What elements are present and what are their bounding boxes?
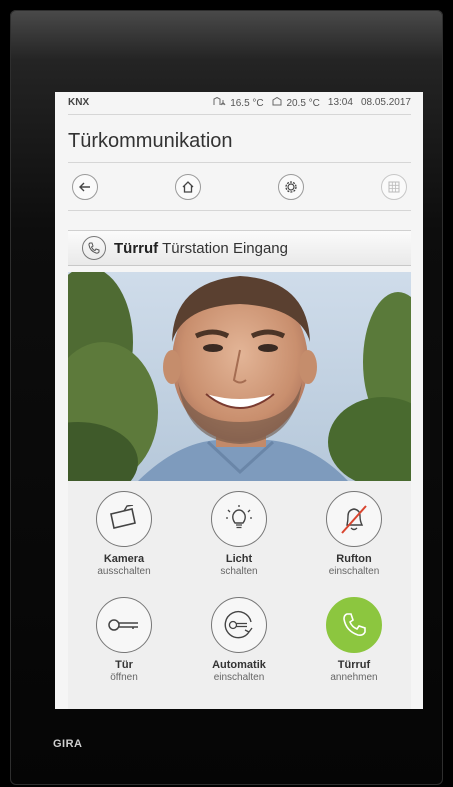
- automatic-button[interactable]: Automatik einschalten: [183, 597, 295, 707]
- accept-call-button[interactable]: Türruf annehmen: [298, 597, 410, 707]
- bell-muted-icon: [326, 491, 382, 547]
- phone-icon: [326, 597, 382, 653]
- divider: [68, 210, 411, 211]
- call-label: Türruf Türstation Eingang: [114, 239, 288, 257]
- key-icon: [96, 597, 152, 653]
- ringtone-button[interactable]: Rufton einschalten: [298, 491, 410, 601]
- clock: 13:04: [327, 97, 353, 108]
- outdoor-temp: 16.5 °C: [213, 96, 264, 109]
- settings-button[interactable]: [278, 174, 304, 200]
- phone-icon: [82, 236, 106, 260]
- door-open-button[interactable]: Tür öffnen: [68, 597, 180, 707]
- outdoor-temp-icon: [213, 96, 226, 106]
- incoming-call-bar: Türruf Türstation Eingang: [68, 230, 411, 266]
- grid-button[interactable]: [381, 174, 407, 200]
- grid-icon: [388, 181, 400, 193]
- door-camera-video: [68, 272, 411, 481]
- indoor-temp: 20.5 °C: [272, 96, 320, 109]
- status-bar: KNX 16.5 °C 20.5 °C 13:04 08.05.2017: [55, 92, 423, 112]
- light-button[interactable]: Licht schalten: [183, 491, 295, 601]
- indoor-temp-icon: [272, 96, 282, 106]
- divider: [68, 162, 411, 163]
- settings-icon: [285, 181, 297, 193]
- auto-key-icon: [211, 597, 267, 653]
- date: 08.05.2017: [360, 97, 411, 108]
- screen: KNX 16.5 °C 20.5 °C 13:04 08.05.2017 Tür…: [55, 92, 423, 709]
- light-bulb-icon: [211, 491, 267, 547]
- home-button[interactable]: [175, 174, 201, 200]
- camera-image: [68, 272, 411, 481]
- back-icon: [79, 182, 90, 192]
- page-title: Türkommunikation: [68, 130, 233, 152]
- system-label: KNX: [68, 97, 90, 108]
- action-panel: Kamera ausschalten Licht schalten Rufton…: [68, 481, 411, 709]
- back-button[interactable]: [72, 174, 98, 200]
- brand-logo: GIRA: [53, 738, 83, 750]
- divider: [68, 114, 411, 115]
- home-icon: [182, 181, 194, 193]
- camera-off-button[interactable]: Kamera ausschalten: [68, 491, 180, 601]
- camera-icon: [96, 491, 152, 547]
